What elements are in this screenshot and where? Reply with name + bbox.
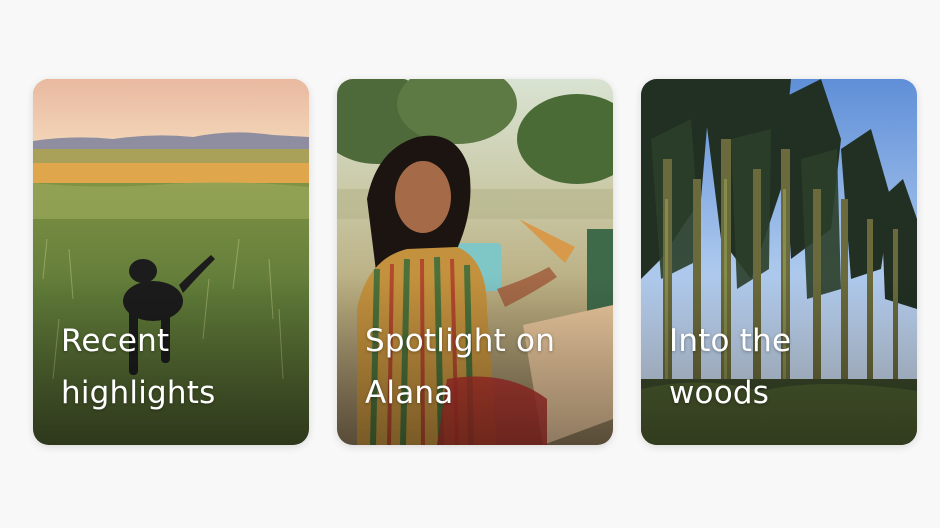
memory-card-recent-highlights[interactable]: Recent highlights [33,79,309,445]
memory-card-into-the-woods[interactable]: Into the woods [641,79,917,445]
memories-carousel: Recent highlights Spotlight on Alana Int… [0,0,940,528]
card-title: Recent highlights [61,323,216,411]
card-title: Spotlight on Alana [365,323,556,411]
card-title: Into the woods [669,323,792,411]
memory-card-spotlight-alana[interactable]: Spotlight on Alana [337,79,613,445]
